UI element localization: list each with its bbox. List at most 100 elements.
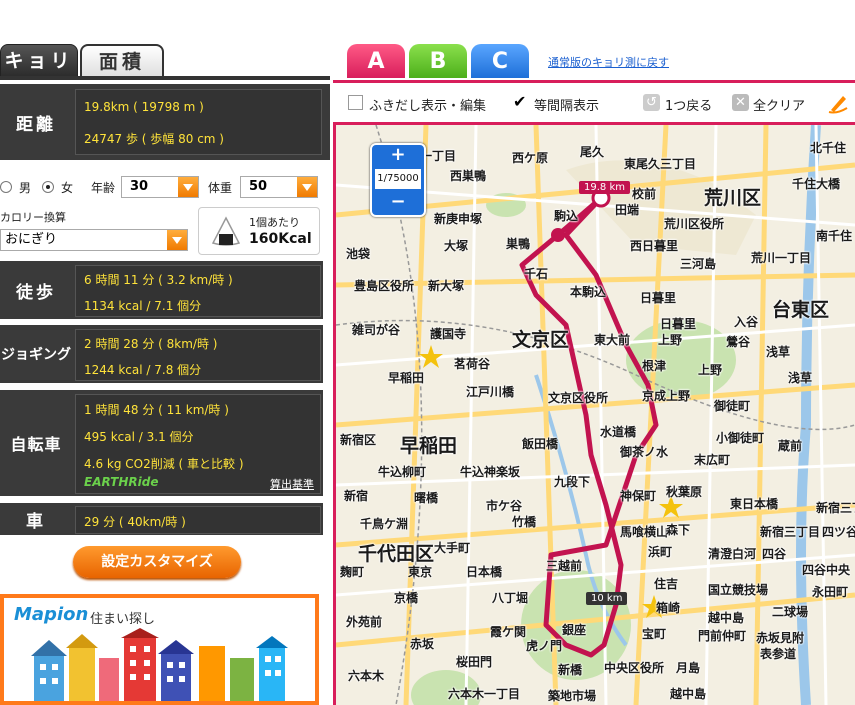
map-place-label: 表参道	[760, 647, 797, 661]
map-place-label: 桜田門	[456, 655, 493, 669]
map-place-label: 田端	[615, 203, 640, 217]
weight-value: 50	[249, 179, 268, 194]
map-place-label: 上野	[698, 363, 723, 377]
map-place-label: 牛込柳町	[378, 465, 427, 479]
map-place-label: 西ケ原	[512, 151, 549, 165]
map-place-label: 宝町	[642, 627, 667, 641]
female-radio[interactable]	[42, 181, 54, 193]
customize-settings-button[interactable]: 設定カスタマイズ	[73, 546, 241, 578]
bike-values: 1 時間 48 分 ( 11 km/時 ) 495 kcal / 3.1 個分 …	[75, 394, 321, 494]
map-place-label: 巣鴨	[506, 237, 531, 251]
map-place-label: 駒込	[554, 209, 579, 223]
map-place-label: 本駒込	[570, 285, 607, 299]
map-place-label: 日暮里	[640, 291, 677, 305]
scale-value: 1/75000	[375, 169, 421, 189]
map-place-label: 豊島区役所	[354, 279, 415, 293]
map-place-label: 京橋	[394, 591, 419, 605]
age-select[interactable]: 30	[121, 176, 199, 198]
jog-time: 2 時間 28 分 ( 8km/時 )	[84, 337, 218, 351]
clear-icon[interactable]: ✕	[732, 94, 749, 111]
banner-text: 住まい探し	[90, 612, 156, 627]
balloon-label: ふきだし表示・編集	[369, 99, 487, 114]
map-place-label: 曙橋	[414, 491, 439, 505]
map-place-label: 東京	[408, 565, 433, 579]
distance-section: 距離 19.8km ( 19798 m ) 24747 歩 ( 歩幅 80 cm…	[0, 84, 330, 160]
walk-section: 徒歩 6 時間 11 分 ( 3.2 km/時 ) 1134 kcal / 7.…	[0, 261, 323, 319]
map-toolbar: ふきだし表示・編集 ✔ 等間隔表示 ↺ 1つ戻る ✕ 全クリア	[333, 80, 855, 125]
map-place-label: 江戸川橋	[466, 385, 515, 399]
male-label: 男	[19, 181, 32, 195]
map-place-label: 小御徒町	[716, 431, 765, 445]
interval-checkbox[interactable]: ✔	[513, 94, 528, 110]
map-place-label: 東尾久三丁目	[624, 157, 697, 171]
map-place-label: 牛込神楽坂	[460, 465, 521, 479]
map-place-label: 文京区役所	[548, 391, 609, 405]
food-info-box: 1個あたり 160Kcal	[198, 207, 320, 255]
pencil-icon[interactable]	[827, 92, 849, 114]
car-time: 29 分 ( 40km/時 )	[84, 515, 186, 529]
map-place-label: 六本木	[348, 669, 385, 683]
map-place-label: 飯田橋	[522, 437, 559, 451]
map-place-label: 北千住	[810, 141, 847, 155]
map-place-label: 外苑前	[346, 615, 383, 629]
back-to-classic-link[interactable]: 通常版のキョリ測に戻す	[548, 54, 669, 70]
calc-basis-link[interactable]: 算出基準	[270, 476, 314, 492]
map-place-label: 新宿三丁目	[816, 501, 855, 515]
tab-route-b[interactable]: B	[409, 44, 467, 78]
clear-all-button[interactable]: 全クリア	[753, 95, 805, 114]
map-place-label: 秋葉原	[666, 485, 703, 499]
interval-label: 等間隔表示	[534, 99, 600, 114]
map-place-label: 四谷中央	[802, 563, 851, 577]
undo-icon[interactable]: ↺	[643, 94, 660, 111]
balloon-checkbox[interactable]	[348, 95, 363, 110]
map-place-label: 新宿区	[340, 433, 377, 447]
food-select[interactable]: おにぎり	[0, 229, 188, 251]
zoom-out-button[interactable]: −	[372, 192, 424, 212]
map-place-label: 四ツ谷	[822, 525, 855, 539]
tab-area[interactable]: 面積	[80, 44, 164, 78]
zoom-control: + 1/75000 −	[370, 143, 426, 217]
map-place-label: 六本木一丁目	[448, 687, 521, 701]
ten-km-marker: 10 km	[586, 592, 628, 605]
tab-route-c[interactable]: C	[471, 44, 529, 78]
map-view[interactable]: 野川一丁目 西ケ原 尾久 東尾久三丁目 北千住 千住大橋 荒川区 西巣鴨 校前 田端 荒川区役所 南千…	[333, 122, 855, 705]
jog-values: 2 時間 28 分 ( 8km/時 ) 1244 kcal / 7.8 個分	[75, 329, 321, 381]
car-label: 車	[26, 511, 46, 532]
map-place-label: 中央区役所	[604, 661, 665, 675]
map-place-label: 新大塚	[428, 279, 465, 293]
map-place-label: 水道橋	[600, 425, 637, 439]
map-place-label: 校前	[632, 187, 657, 201]
weight-select[interactable]: 50	[240, 176, 318, 198]
map-place-label: 御茶ノ水	[620, 445, 669, 459]
map-place-label: 馬喰横山	[620, 525, 669, 539]
map-place-label: 清澄白河	[708, 547, 757, 561]
map-place-label: 荒川区役所	[664, 217, 725, 231]
distance-steps: 24747 歩 ( 歩幅 80 cm )	[84, 132, 224, 146]
map-place-label: 雑司が谷	[352, 323, 401, 337]
undo-button[interactable]: 1つ戻る	[665, 95, 712, 114]
map-place-label: 三河島	[680, 257, 717, 271]
map-place-label: 千代田区	[358, 543, 435, 565]
map-place-label: 虎ノ門	[526, 639, 563, 653]
jog-section: ジョギング 2 時間 28 分 ( 8km/時 ) 1244 kcal / 7.…	[0, 325, 323, 383]
map-place-label: 浅草	[788, 371, 813, 385]
chevron-down-icon[interactable]	[297, 177, 317, 197]
map-place-label: 京成上野	[642, 389, 691, 403]
chevron-down-icon[interactable]	[178, 177, 198, 197]
map-place-label: 茗荷谷	[454, 357, 491, 371]
tab-route-a[interactable]: A	[347, 44, 405, 78]
map-place-label: 新橋	[558, 663, 583, 677]
mapion-logo: Mapion	[14, 604, 89, 625]
map-place-label: 二球場	[772, 605, 809, 619]
zoom-in-button[interactable]: +	[372, 145, 424, 165]
tab-distance[interactable]: キョリ	[0, 44, 78, 78]
map-place-label: 西日暮里	[630, 239, 679, 253]
map-place-label: 永田町	[812, 585, 849, 599]
chevron-down-icon[interactable]	[167, 230, 187, 250]
male-radio[interactable]	[0, 181, 12, 193]
map-place-label: 門前仲町	[698, 629, 747, 643]
map-place-label: 越中島	[708, 611, 745, 625]
mapion-banner[interactable]: Mapion 住まい探し	[0, 594, 319, 705]
map-place-label: 三越前	[546, 559, 583, 573]
map-place-label: 四谷	[762, 547, 787, 561]
